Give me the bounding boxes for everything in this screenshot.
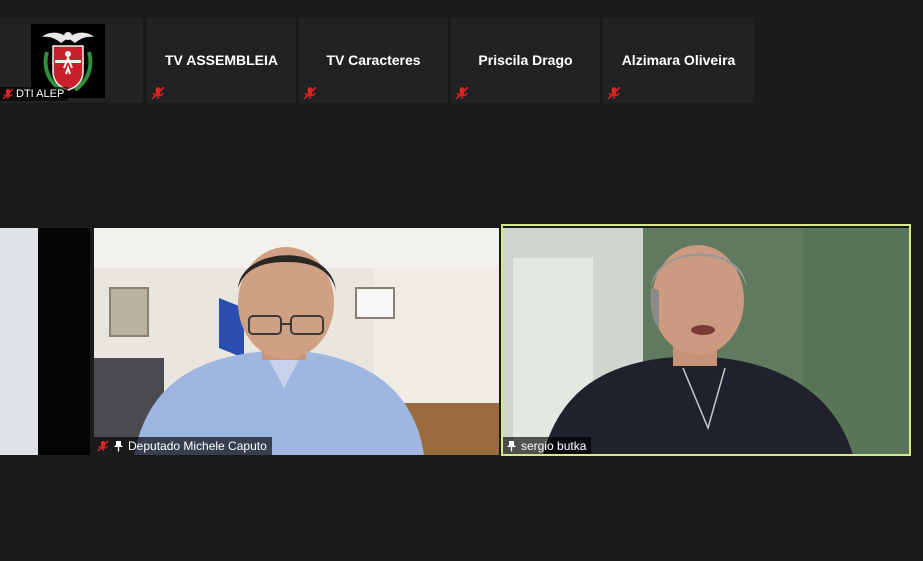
pin-icon — [114, 441, 123, 452]
participant-label: sergio butka — [503, 437, 592, 455]
participant-tile-tv-caracteres[interactable]: TV Caracteres — [299, 18, 448, 103]
participant-name: TV ASSEMBLEIA — [164, 52, 279, 68]
meeting-gallery-view: DTI ALEP TV ASSEMBLEIA TV Caracteres Pri… — [0, 0, 923, 561]
participant-name: Priscila Drago — [478, 52, 573, 68]
mic-muted-icon — [2, 88, 14, 100]
video-feed — [503, 228, 909, 455]
mic-muted-icon — [607, 86, 621, 100]
participant-name: sergio butka — [521, 439, 587, 453]
video-tile-sergio-butka[interactable]: sergio butka — [503, 228, 909, 455]
participant-name: Alzimara Oliveira — [621, 52, 736, 68]
pin-icon — [507, 441, 516, 452]
participant-label: Deputado Michele Caputo — [94, 437, 272, 455]
participant-name: DTI ALEP — [16, 88, 65, 100]
mic-muted-icon — [455, 86, 469, 100]
video-tile-deputado-michele-caputo[interactable]: Deputado Michele Caputo — [94, 228, 499, 455]
video-feed — [0, 228, 90, 455]
video-feed — [94, 228, 499, 455]
participant-tile-dti-alep[interactable]: DTI ALEP — [0, 18, 143, 103]
participant-name: Deputado Michele Caputo — [128, 439, 267, 453]
video-tile-partial[interactable] — [0, 228, 90, 455]
participant-tile-tv-assembleia[interactable]: TV ASSEMBLEIA — [147, 18, 296, 103]
mic-muted-icon — [151, 86, 165, 100]
mic-muted-icon — [303, 86, 317, 100]
participant-name: TV Caracteres — [326, 52, 421, 68]
mic-muted-icon — [97, 440, 109, 452]
participant-tile-alzimara-oliveira[interactable]: Alzimara Oliveira — [603, 18, 754, 103]
participant-label: DTI ALEP — [0, 87, 69, 101]
participant-tile-priscila-drago[interactable]: Priscila Drago — [451, 18, 600, 103]
